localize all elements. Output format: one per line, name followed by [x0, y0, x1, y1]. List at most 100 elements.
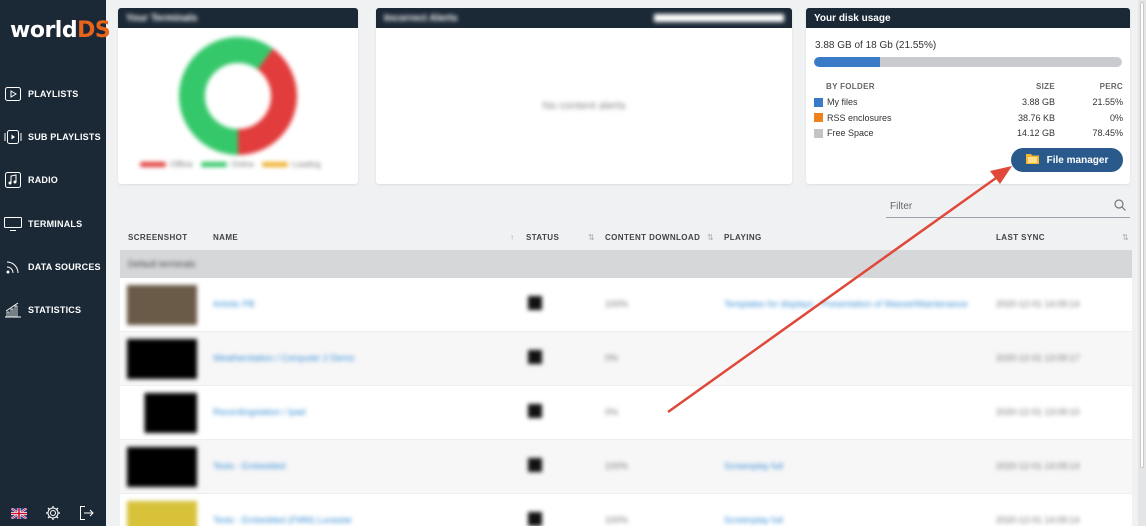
sidebar-item-radio[interactable]: RADIO [0, 167, 106, 193]
table-row[interactable]: Weatherstation / Computer 2 Demo 0% 2020… [120, 332, 1132, 386]
legend-item-offline: Offline [140, 160, 193, 169]
card-header: Your disk usage [806, 8, 1130, 28]
logo[interactable]: worldDS [10, 18, 111, 43]
uk-flag-icon[interactable] [8, 502, 30, 524]
sidebar-item-statistics[interactable]: STATISTICS [0, 297, 106, 323]
last-sync-value: 2020-12-01 14:09:14 [996, 299, 1080, 309]
file-manager-label: File manager [1046, 154, 1109, 166]
col-name[interactable]: NAME [213, 233, 238, 242]
table-row[interactable]: Artistic PB 100% Templates for displays … [120, 278, 1132, 332]
folder-name: Free Space [827, 128, 874, 139]
sidebar-item-playlists[interactable]: PLAYLISTS [0, 81, 106, 107]
card-header: Your Terminals [118, 8, 358, 28]
card-header-select[interactable] [654, 14, 784, 22]
sub-playlist-icon [4, 129, 22, 145]
scrollbar-thumb[interactable] [1140, 2, 1144, 468]
sidebar-item-label: RADIO [28, 175, 58, 185]
col-content-download[interactable]: CONTENT DOWNLOAD [605, 233, 700, 242]
header-by-folder: BY FOLDER [826, 82, 875, 92]
rss-icon [4, 259, 22, 275]
folder-row-free-space: Free Space 14.12 GB 78.45% [814, 126, 1123, 142]
table-row[interactable]: Tests - Embedded (FMM) Lunastar 100% Scr… [120, 494, 1132, 526]
disk-usage-text: 3.88 GB of 18 Gb (21.55%) [815, 40, 937, 51]
terminal-name[interactable]: Tests - Embedded [213, 461, 286, 471]
bar-chart-icon [4, 302, 22, 318]
file-manager-button[interactable]: File manager [1011, 148, 1123, 172]
screenshot-thumbnail[interactable] [127, 393, 197, 433]
monitor-icon [4, 216, 22, 232]
sort-icon[interactable]: ⇅ [707, 233, 714, 242]
filter-input[interactable] [890, 201, 1090, 212]
card-title: Your Terminals [126, 13, 198, 24]
status-icon [528, 512, 542, 526]
status-donut-chart [179, 37, 297, 155]
folder-perc: 21.55% [1092, 97, 1123, 108]
terminal-name[interactable]: Recordingstation / Ipad [213, 407, 306, 417]
color-swatch [814, 113, 823, 123]
sort-icon[interactable]: ⇅ [588, 233, 595, 242]
legend-item-online: Online [200, 160, 254, 169]
gear-icon[interactable] [42, 502, 64, 524]
disk-usage-card: Your disk usage 3.88 GB of 18 Gb (21.55%… [806, 8, 1130, 184]
terminal-name[interactable]: Tests - Embedded (FMM) Lunastar [213, 515, 352, 525]
card-title: Your disk usage [814, 13, 891, 24]
last-sync-value: 2020-12-01 14:09:14 [996, 461, 1080, 471]
playing-value[interactable]: Screenplay full [724, 461, 783, 471]
col-screenshot: SCREENSHOT [128, 233, 188, 242]
folder-row-rss-enclosures: RSS enclosures 38.76 KB 0% [814, 110, 1123, 126]
table-row[interactable]: Recordingstation / Ipad 0% 2020-12-01 13… [120, 386, 1132, 440]
terminals-table-header: SCREENSHOT NAME ↑ STATUS ⇅ CONTENT DOWNL… [120, 228, 1132, 248]
logout-icon[interactable] [76, 502, 98, 524]
terminal-name[interactable]: Artistic PB [213, 299, 255, 309]
music-note-icon [4, 172, 22, 188]
card-title: Incorrect Alerts [384, 13, 458, 24]
table-row[interactable]: Tests - Embedded 100% Screenplay full 20… [120, 440, 1132, 494]
col-status[interactable]: STATUS [526, 233, 559, 242]
content-download-value: 100% [605, 461, 629, 471]
screenshot-thumbnail[interactable] [127, 501, 197, 526]
sidebar-footer [0, 500, 106, 526]
screenshot-thumbnail[interactable] [127, 447, 197, 487]
sort-asc-icon[interactable]: ↑ [510, 233, 514, 242]
last-sync-value: 2020-12-01 13:09:10 [996, 407, 1080, 417]
folder-usage-table: BY FOLDER SIZE PERC My files 3.88 GB 21.… [814, 79, 1123, 141]
group-label: Default terminals [128, 259, 196, 269]
status-icon [528, 350, 542, 364]
sidebar-item-data-sources[interactable]: DATA SOURCES [0, 254, 106, 280]
terminal-status-card: Your Terminals Offline Online Loading [118, 8, 358, 184]
status-icon [528, 404, 542, 418]
col-last-sync[interactable]: LAST SYNC [996, 233, 1045, 242]
filter-field[interactable] [886, 196, 1130, 218]
screenshot-thumbnail[interactable] [127, 285, 197, 325]
group-row: Default terminals [120, 250, 1132, 278]
color-swatch [814, 128, 823, 138]
sidebar-item-label: DATA SOURCES [28, 262, 101, 272]
sidebar-item-label: SUB PLAYLISTS [28, 132, 101, 142]
status-icon [528, 458, 542, 472]
disk-usage-progress-fill [814, 57, 881, 67]
content-download-value: 0% [605, 353, 619, 363]
sidebar-item-terminals[interactable]: TERMINALS [0, 211, 106, 237]
folder-size: 38.76 KB [1017, 112, 1055, 123]
search-icon[interactable] [1114, 198, 1126, 216]
legend-item-loading: Loading [262, 160, 321, 169]
status-icon [528, 296, 542, 310]
sidebar-item-label: STATISTICS [28, 305, 82, 315]
sidebar-item-sub-playlists[interactable]: SUB PLAYLISTS [0, 124, 106, 150]
content-download-value: 100% [605, 299, 629, 309]
folder-name: My files [827, 97, 858, 108]
donut-legend: Offline Online Loading [140, 160, 321, 169]
sort-icon[interactable]: ⇅ [1122, 233, 1129, 242]
folder-size: 14.12 GB [1016, 128, 1055, 139]
folder-row-my-files: My files 3.88 GB 21.55% [814, 95, 1123, 111]
playing-value[interactable]: Screenplay full [724, 515, 783, 525]
play-icon [4, 86, 22, 102]
playing-value[interactable]: Templates for displays - Presentation of… [724, 299, 984, 309]
col-playing[interactable]: PLAYING [724, 233, 762, 242]
empty-state-text: No content alerts [542, 100, 626, 112]
sidebar-item-label: PLAYLISTS [28, 89, 79, 99]
folder-table-header: BY FOLDER SIZE PERC [814, 79, 1123, 95]
folder-perc: 0% [1109, 112, 1123, 123]
screenshot-thumbnail[interactable] [127, 339, 197, 379]
terminal-name[interactable]: Weatherstation / Computer 2 Demo [213, 353, 354, 363]
